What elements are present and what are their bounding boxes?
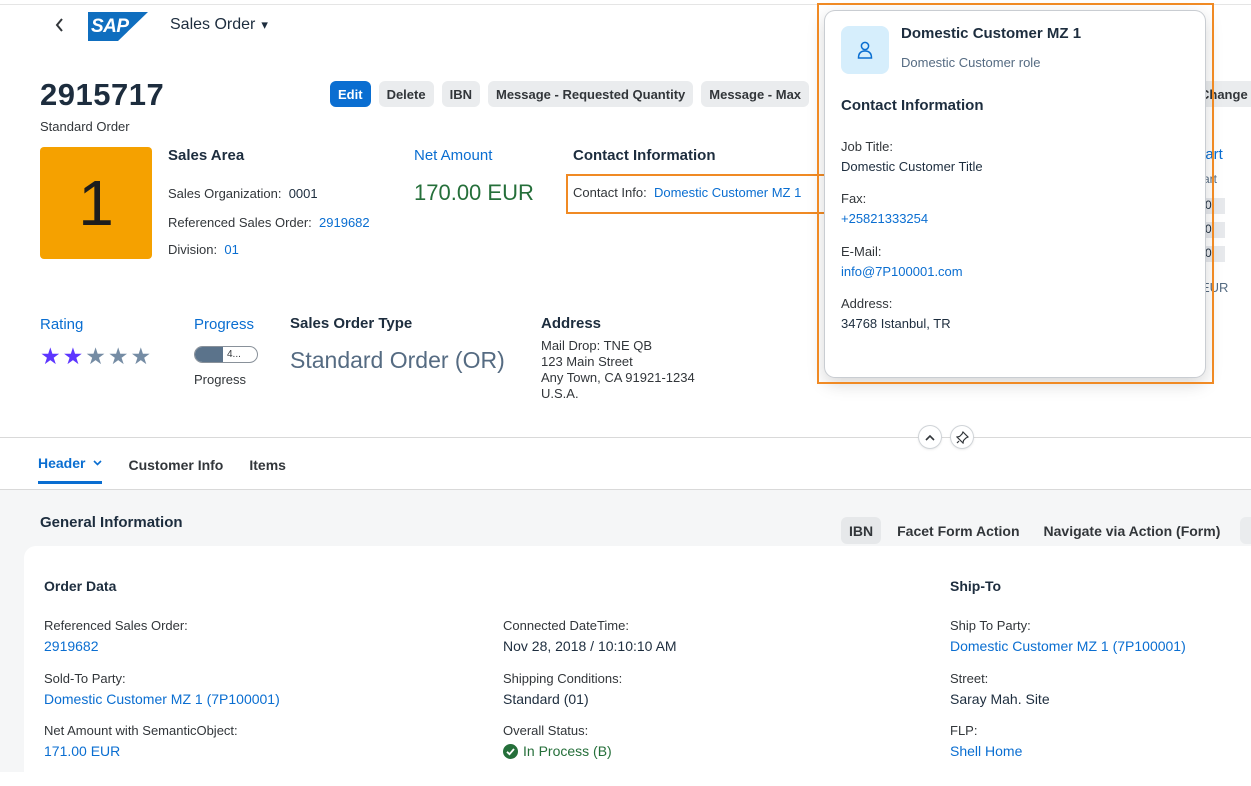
address-line: U.S.A. <box>541 386 579 401</box>
progress-fill <box>195 347 223 362</box>
overall-status-value: In Process (B) <box>523 743 612 759</box>
address-line: Mail Drop: TNE QB <box>541 338 653 353</box>
navigate-via-action-button[interactable]: Navigate via Action (Form) <box>1036 517 1229 544</box>
field-label: Street: <box>950 671 989 686</box>
net-amount-title[interactable]: Net Amount <box>414 147 492 164</box>
chevron-left-icon <box>55 18 63 32</box>
tab-header[interactable]: Header <box>38 455 103 484</box>
address-block: Mail Drop: TNE QB 123 Main Street Any To… <box>541 338 695 402</box>
field-label: Connected DateTime: <box>503 618 629 633</box>
address-title: Address <box>541 315 602 332</box>
chevron-down-icon <box>93 460 103 466</box>
chevron-up-icon <box>925 434 935 441</box>
division-link[interactable]: 01 <box>224 242 238 257</box>
app-title: Sales Order <box>170 16 256 33</box>
sold-to-link[interactable]: Domestic Customer MZ 1 (7P100001) <box>44 691 280 707</box>
street-value: Saray Mah. Site <box>950 691 1050 707</box>
ref-order-link[interactable]: 2919682 <box>44 638 99 654</box>
pin-header-button[interactable] <box>951 426 973 448</box>
message-requested-quantity-button[interactable]: Message - Requested Quantity <box>487 81 694 107</box>
ref-sales-order-link[interactable]: 2919682 <box>319 215 370 230</box>
general-info-toolbar: IBN Facet Form Action Navigate via Actio… <box>841 517 1228 544</box>
tab-customer-info[interactable]: Customer Info <box>128 455 223 484</box>
object-title: 2915717 <box>40 77 165 112</box>
field-label: Sold-To Party: <box>44 671 126 686</box>
chevron-down-icon: ▾ <box>261 17 268 32</box>
sales-area-title: Sales Area <box>168 147 245 164</box>
edit-button[interactable]: Edit <box>330 81 371 107</box>
general-info-card <box>24 546 1251 786</box>
app-title-menu[interactable]: Sales Order ▾ <box>170 16 268 34</box>
shipping-conditions-value: Standard (01) <box>503 691 589 707</box>
header-toolbar: Edit Delete IBN Message - Requested Quan… <box>330 81 810 107</box>
overflow-button[interactable] <box>1240 517 1251 544</box>
tab-header-label: Header <box>38 455 86 471</box>
division-row: Division: 01 <box>168 242 239 257</box>
facet-form-action-button[interactable]: Facet Form Action <box>889 517 1027 544</box>
star-filled-icon: ★ <box>40 343 61 369</box>
rating-title[interactable]: Rating <box>40 316 83 333</box>
sales-org-value: 0001 <box>288 186 318 201</box>
field-label: Ship To Party: <box>950 618 1031 633</box>
object-subtitle: Standard Order <box>40 119 130 134</box>
popover-highlight <box>817 3 1214 384</box>
overall-status: In Process (B) <box>503 743 612 759</box>
section-tabs: Header Customer Info Items <box>38 455 286 484</box>
field-label: Overall Status: <box>503 723 589 738</box>
address-line: 123 Main Street <box>541 354 633 369</box>
star-empty-icon: ★ <box>107 343 129 369</box>
pin-icon <box>955 430 969 444</box>
star-empty-icon: ★ <box>130 343 152 369</box>
connected-datetime-value: Nov 28, 2018 / 10:10:10 AM <box>503 638 677 654</box>
progress-title[interactable]: Progress <box>194 316 254 333</box>
object-avatar: 1 <box>40 147 152 259</box>
ibn-form-button[interactable]: IBN <box>841 517 882 544</box>
flp-link[interactable]: Shell Home <box>950 743 1022 759</box>
division-label: Division: <box>168 242 218 257</box>
field-label: Referenced Sales Order: <box>44 618 188 633</box>
ref-sales-order-row: Referenced Sales Order: 2919682 <box>168 215 370 230</box>
order-type-value: Standard Order (OR) <box>290 347 505 373</box>
net-amount-value: 170.00 EUR <box>414 180 534 205</box>
header-separator <box>0 437 1251 438</box>
progress-indicator: 4... <box>194 346 258 363</box>
ship-to-party-link[interactable]: Domestic Customer MZ 1 (7P100001) <box>950 638 1186 654</box>
message-max-button[interactable]: Message - Max <box>701 81 810 107</box>
address-line: Any Town, CA 91921-1234 <box>541 370 695 385</box>
sales-org-row: Sales Organization: 0001 <box>168 186 318 201</box>
collapse-header-button[interactable] <box>919 426 941 448</box>
sales-org-label: Sales Organization: <box>168 186 282 201</box>
ibn-button[interactable]: IBN <box>441 81 480 107</box>
sap-logo: SAP <box>88 12 148 41</box>
contact-info-label: Contact Info: <box>573 185 647 200</box>
order-data-title: Order Data <box>44 578 117 594</box>
rating-indicator: ★ ★ ★ ★ ★ <box>40 344 151 369</box>
contact-info-link[interactable]: Domestic Customer MZ 1 <box>654 185 801 200</box>
contact-info-title: Contact Information <box>573 147 716 164</box>
contact-info-row: Contact Info: Domestic Customer MZ 1 <box>573 185 801 200</box>
progress-caption: Progress <box>194 372 247 387</box>
ref-sales-order-label: Referenced Sales Order: <box>168 215 312 230</box>
star-filled-icon: ★ <box>62 343 84 369</box>
tab-items[interactable]: Items <box>249 455 286 484</box>
net-amount-link[interactable]: 171.00 EUR <box>44 743 120 759</box>
progress-text: 4... <box>227 349 241 360</box>
star-empty-icon: ★ <box>85 343 106 369</box>
success-check-icon <box>503 743 518 759</box>
ship-to-title: Ship-To <box>950 578 1002 594</box>
order-type-title: Sales Order Type <box>290 315 413 332</box>
field-label: Net Amount with SemanticObject: <box>44 723 238 738</box>
back-button[interactable] <box>50 14 70 36</box>
field-label: Shipping Conditions: <box>503 671 623 686</box>
general-info-title: General Information <box>40 514 183 531</box>
field-label: FLP: <box>950 723 978 738</box>
delete-button[interactable]: Delete <box>378 81 434 107</box>
